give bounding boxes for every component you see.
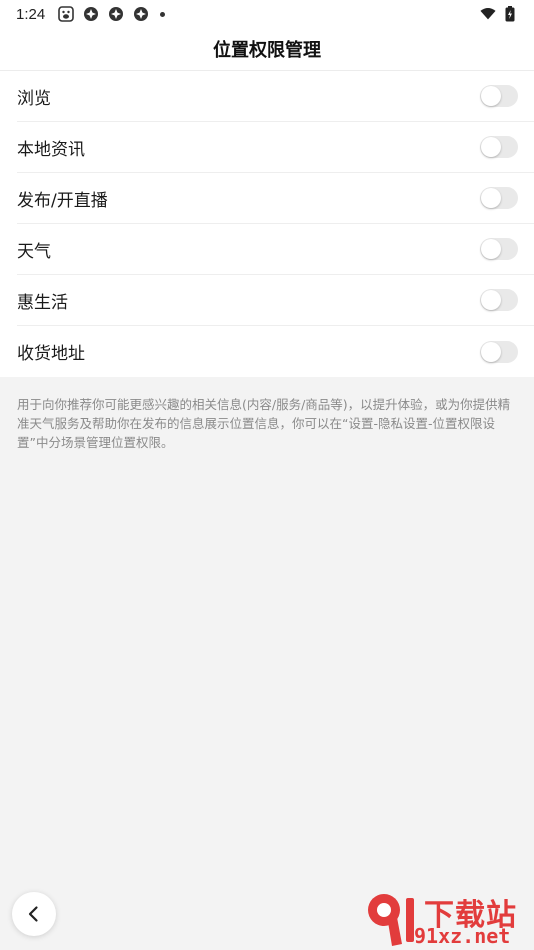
watermark-logo-icon [368, 894, 414, 946]
setting-row: 惠生活 [17, 275, 534, 326]
setting-label: 收货地址 [17, 344, 85, 364]
setting-label: 浏览 [17, 88, 51, 109]
notification-dot-icon [160, 11, 166, 17]
setting-label: 发布/开直播 [17, 190, 108, 211]
status-bar: 1:24 [0, 0, 534, 28]
setting-row: 天气 [17, 224, 534, 275]
setting-toggle[interactable] [480, 136, 518, 158]
setting-row: 浏览 [17, 71, 534, 122]
app-icon [108, 6, 124, 22]
setting-toggle[interactable] [480, 340, 518, 363]
setting-toggle[interactable] [480, 238, 518, 260]
permission-description: 用于向你推荐你可能更感兴趣的相关信息(内容/服务/商品等)，以提升体验，或为你提… [17, 397, 511, 450]
app-icon [83, 6, 99, 22]
setting-label: 天气 [17, 241, 51, 262]
watermark-url: 91xz.net [414, 924, 511, 948]
wifi-icon [480, 6, 496, 22]
chevron-left-icon [28, 906, 38, 922]
toggle-knob [481, 341, 501, 362]
toggle-knob [481, 239, 501, 259]
settings-list: 浏览本地资讯发布/开直播 天气惠生活收货地址 [0, 71, 534, 377]
setting-label: 惠生活 [17, 292, 68, 313]
setting-row: 发布/开直播 [17, 173, 534, 224]
status-right [480, 6, 518, 22]
toggle-knob [481, 188, 501, 208]
toggle-knob [481, 290, 501, 310]
setting-toggle[interactable] [480, 85, 518, 107]
back-button[interactable] [12, 892, 56, 936]
watermark: 下载站 91xz.net [362, 888, 530, 948]
app-icon [133, 6, 149, 22]
baidu-icon [58, 6, 75, 22]
status-time: 1:24 [16, 5, 46, 23]
top-area: 1:24 位置权限管理 [0, 0, 534, 71]
setting-toggle[interactable] [480, 187, 518, 209]
setting-label: 本地资讯 [17, 139, 85, 160]
toggle-knob [481, 137, 501, 157]
toggle-knob [481, 86, 501, 106]
page-title: 位置权限管理 [0, 28, 534, 71]
status-left: 1:24 [16, 5, 166, 23]
setting-row: 收货地址 [17, 326, 534, 377]
setting-row: 本地资讯 [17, 122, 534, 173]
setting-toggle[interactable] [480, 289, 518, 311]
battery-charging-icon [502, 6, 518, 22]
